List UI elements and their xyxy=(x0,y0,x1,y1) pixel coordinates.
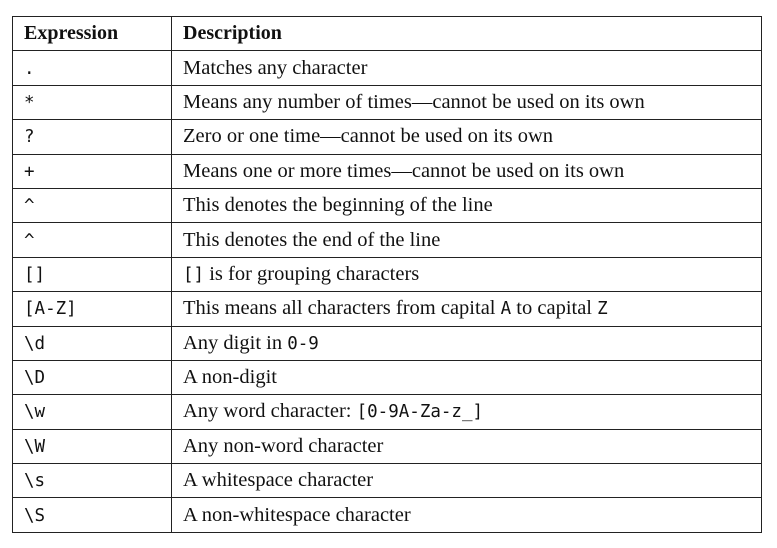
description-cell: A non-whitespace character xyxy=(171,497,762,533)
expression-code: \W xyxy=(24,436,46,457)
description-text: This denotes the beginning of the line xyxy=(183,194,493,217)
description-cell: Means one or more times—cannot be used o… xyxy=(171,153,762,189)
description-cell: Any word character: [0-9A-Za-z_] xyxy=(171,394,762,430)
table-row: . Matches any character xyxy=(12,50,762,86)
description-text: to capital xyxy=(511,297,598,320)
description-code-fragment: [0-9A-Za-z_] xyxy=(356,402,484,423)
description-cell: Any non-word character xyxy=(171,428,762,465)
expression-cell: \d xyxy=(12,325,172,361)
expression-code: + xyxy=(24,161,35,182)
description-text: Any digit in xyxy=(183,331,288,354)
description-text: Any non-word character xyxy=(183,434,384,457)
description-cell: Any digit in 0-9 xyxy=(171,325,762,361)
expression-code: [A-Z] xyxy=(24,299,77,320)
expression-code: \w xyxy=(24,402,46,423)
expression-cell: \D xyxy=(12,359,172,396)
table-row: ^ This denotes the beginning of the line xyxy=(12,187,762,224)
description-cell: A non-digit xyxy=(171,359,762,396)
expression-code: ^ xyxy=(24,230,35,251)
description-cell: Zero or one time—cannot be used on its o… xyxy=(171,119,762,155)
column-header-expression: Expression xyxy=(12,15,172,52)
table-row: \s A whitespace character xyxy=(12,463,762,499)
description-text: Means one or more times—cannot be used o… xyxy=(183,159,625,182)
description-text: Means any number of times—cannot be used… xyxy=(183,90,645,113)
expression-cell: [A-Z] xyxy=(12,291,172,327)
table-row: + Means one or more times—cannot be used … xyxy=(12,153,762,189)
regex-reference-table: Expression Description . Matches any char… xyxy=(12,15,762,533)
description-cell: Matches any character xyxy=(171,50,762,86)
expression-cell: [] xyxy=(12,256,172,293)
expression-cell: ^ xyxy=(12,222,172,258)
table-row: ? Zero or one time—cannot be used on its … xyxy=(12,119,762,155)
description-text: Any word character: xyxy=(183,400,357,423)
expression-code: \d xyxy=(24,333,46,354)
table-row: ^ This denotes the end of the line xyxy=(12,222,762,258)
table-body: . Matches any character * Means any number … xyxy=(12,50,762,533)
expression-code: . xyxy=(24,58,35,79)
expression-cell: + xyxy=(12,153,172,189)
description-cell: [] is for grouping characters xyxy=(171,256,762,293)
description-code-fragment: Z xyxy=(597,299,608,320)
table-row: \S A non-whitespace character xyxy=(12,497,762,533)
description-text: Zero or one time—cannot be used on its o… xyxy=(183,125,554,148)
expression-cell: ^ xyxy=(12,187,172,224)
expression-cell: \s xyxy=(12,463,172,499)
table-row: * Means any number of times—cannot be use… xyxy=(12,84,762,121)
expression-cell: \S xyxy=(12,497,172,533)
description-text: A whitespace character xyxy=(183,469,374,492)
description-text: A non-digit xyxy=(183,366,277,389)
expression-cell: \w xyxy=(12,394,172,430)
description-text: is for grouping characters xyxy=(204,262,420,285)
expression-cell: . xyxy=(12,50,172,86)
description-code-fragment: 0-9 xyxy=(287,333,319,354)
expression-code: [] xyxy=(24,264,46,285)
table-row: \w Any word character: [0-9A-Za-z_] xyxy=(12,394,762,430)
table-row: [A-Z] This means all characters from capi… xyxy=(12,291,762,327)
description-cell: This denotes the beginning of the line xyxy=(171,187,762,224)
expression-cell: ? xyxy=(12,119,172,155)
description-text: Matches any character xyxy=(183,56,368,79)
expression-code: ^ xyxy=(24,196,35,217)
column-header-description: Description xyxy=(171,15,762,52)
description-cell: A whitespace character xyxy=(171,463,762,499)
description-code-fragment: [] xyxy=(183,264,205,285)
description-cell: Means any number of times—cannot be used… xyxy=(171,84,762,121)
expression-code: * xyxy=(24,92,35,113)
description-text: A non-whitespace character xyxy=(183,503,411,526)
table-row: \W Any non-word character xyxy=(12,428,762,465)
table-row: \D A non-digit xyxy=(12,359,762,396)
expression-cell: * xyxy=(12,84,172,121)
expression-cell: \W xyxy=(12,428,172,465)
expression-code: \s xyxy=(24,471,46,492)
expression-code: ? xyxy=(24,127,35,148)
description-cell: This means all characters from capital A… xyxy=(171,291,762,327)
expression-code: \D xyxy=(24,368,46,389)
table-header-row: Expression Description xyxy=(12,15,762,52)
table-row: [][] is for grouping characters xyxy=(12,256,762,293)
description-cell: This denotes the end of the line xyxy=(171,222,762,258)
description-code-fragment: A xyxy=(500,299,512,320)
table-row: \d Any digit in 0-9 xyxy=(12,325,762,361)
expression-code: \S xyxy=(24,505,46,526)
description-text: This means all characters from capital xyxy=(183,297,501,320)
description-text: This denotes the end of the line xyxy=(183,228,441,251)
